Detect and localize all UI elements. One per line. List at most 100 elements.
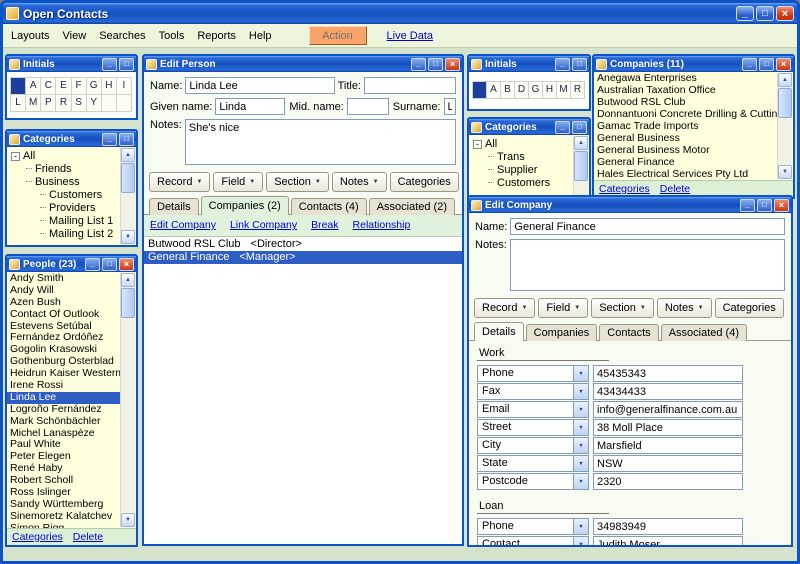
delete-link[interactable]: Delete bbox=[660, 183, 690, 195]
field-type-select[interactable]: Street▼ bbox=[477, 419, 589, 436]
dropdown-arrow-icon[interactable]: ▼ bbox=[573, 420, 588, 435]
menu-help[interactable]: Help bbox=[249, 30, 272, 42]
field-type-select[interactable]: Contact▼ bbox=[477, 536, 589, 545]
minimize-button[interactable]: _ bbox=[411, 58, 426, 71]
edit-person-titlebar[interactable]: Edit Person _ □ × bbox=[144, 56, 462, 72]
dropdown-arrow-icon[interactable]: ▼ bbox=[573, 438, 588, 453]
tab-contacts[interactable]: Contacts bbox=[599, 324, 658, 341]
scrollbar[interactable]: ▲ ▼ bbox=[120, 148, 135, 244]
link-company-link[interactable]: Link Company bbox=[230, 219, 297, 231]
company-row[interactable]: Hales Electrical Services Pty Ltd bbox=[594, 169, 777, 180]
record-button[interactable]: Record▼ bbox=[474, 298, 535, 318]
category-item[interactable]: Customers bbox=[473, 177, 572, 190]
close-button[interactable]: × bbox=[776, 58, 791, 71]
dropdown-arrow-icon[interactable]: ▼ bbox=[573, 384, 588, 399]
initial-cell[interactable] bbox=[472, 81, 487, 99]
initial-cell[interactable]: H bbox=[542, 81, 557, 99]
section-header-work[interactable]: Work bbox=[477, 345, 609, 361]
field-type-select[interactable]: Fax▼ bbox=[477, 383, 589, 400]
field-value-input[interactable] bbox=[593, 437, 743, 454]
person-row[interactable]: Michel Lanaspèze bbox=[7, 428, 120, 440]
category-item[interactable]: Mailing List 1 bbox=[11, 215, 119, 228]
company-row[interactable]: General Business bbox=[594, 133, 777, 145]
person-row[interactable]: Andy Will bbox=[7, 285, 120, 297]
person-row[interactable]: Peter Elegen bbox=[7, 451, 120, 463]
initial-cell[interactable]: F bbox=[71, 77, 87, 95]
initial-cell[interactable]: R bbox=[55, 94, 71, 112]
company-row[interactable]: Anegawa Enterprises bbox=[594, 73, 777, 85]
minimize-button[interactable]: _ bbox=[102, 133, 117, 146]
scrollbar[interactable]: ▲ ▼ bbox=[777, 73, 792, 179]
menu-layouts[interactable]: Layouts bbox=[11, 30, 50, 42]
record-button[interactable]: Record▼ bbox=[149, 172, 210, 192]
section-button[interactable]: Section▼ bbox=[266, 172, 329, 192]
category-item[interactable]: Trans bbox=[473, 151, 572, 164]
scroll-up-button[interactable]: ▲ bbox=[574, 136, 588, 150]
field-value-input[interactable] bbox=[593, 419, 743, 436]
dropdown-arrow-icon[interactable]: ▼ bbox=[573, 519, 588, 534]
field-value-input[interactable] bbox=[593, 365, 743, 382]
notes-button[interactable]: Notes▼ bbox=[657, 298, 712, 318]
category-item[interactable]: Providers bbox=[11, 202, 119, 215]
tab-contacts[interactable]: Contacts (4) bbox=[291, 198, 367, 215]
dropdown-arrow-icon[interactable]: ▼ bbox=[573, 366, 588, 381]
initial-cell[interactable] bbox=[116, 94, 132, 112]
minimize-button[interactable]: _ bbox=[555, 121, 570, 134]
close-button[interactable]: × bbox=[445, 58, 460, 71]
field-type-select[interactable]: Postcode▼ bbox=[477, 473, 589, 490]
notes-button[interactable]: Notes▼ bbox=[332, 172, 387, 192]
person-row[interactable]: Sandy Württemberg bbox=[7, 499, 120, 511]
scroll-down-button[interactable]: ▼ bbox=[121, 230, 135, 244]
category-item[interactable]: -All bbox=[11, 150, 119, 163]
field-button[interactable]: Field▼ bbox=[538, 298, 588, 318]
edit-company-link[interactable]: Edit Company bbox=[150, 219, 216, 231]
person-row[interactable]: Gogolin Krasowski bbox=[7, 344, 120, 356]
person-row[interactable]: René Haby bbox=[7, 463, 120, 475]
initial-cell[interactable]: L bbox=[10, 94, 26, 112]
delete-link[interactable]: Delete bbox=[73, 531, 103, 543]
maximize-button[interactable]: □ bbox=[102, 258, 117, 271]
scroll-thumb[interactable] bbox=[778, 88, 792, 118]
initial-cell[interactable]: C bbox=[40, 77, 56, 95]
person-row[interactable]: Mark Schönbächler bbox=[7, 416, 120, 428]
person-row[interactable]: Andy Smith bbox=[7, 273, 120, 285]
minimize-button[interactable]: _ bbox=[102, 58, 117, 71]
person-row[interactable]: Heidrun Kaiser Westermeier bbox=[7, 368, 120, 380]
field-value-input[interactable] bbox=[593, 536, 743, 545]
menu-tools[interactable]: Tools bbox=[159, 30, 185, 42]
break-link[interactable]: Break bbox=[311, 219, 338, 231]
relationship-link[interactable]: Relationship bbox=[353, 219, 411, 231]
close-button[interactable]: × bbox=[776, 6, 794, 21]
notes-textarea[interactable] bbox=[510, 239, 785, 291]
initial-cell[interactable]: A bbox=[486, 81, 501, 99]
category-item[interactable]: Mailing List 2 bbox=[11, 228, 119, 241]
tab-details[interactable]: Details bbox=[149, 198, 199, 215]
maximize-button[interactable]: □ bbox=[428, 58, 443, 71]
company-row[interactable]: Butwood RSL Club bbox=[594, 97, 777, 109]
tab-associated[interactable]: Associated (4) bbox=[661, 324, 747, 341]
field-value-input[interactable] bbox=[593, 455, 743, 472]
live-data-link[interactable]: Live Data bbox=[387, 30, 433, 42]
initial-cell[interactable]: E bbox=[55, 77, 71, 95]
categories-button[interactable]: Categories bbox=[390, 172, 459, 192]
initials-left-titlebar[interactable]: Initials _ □ bbox=[7, 56, 136, 72]
scroll-up-button[interactable]: ▲ bbox=[778, 73, 792, 87]
association-row[interactable]: Butwood RSL Club <Director> bbox=[144, 238, 462, 251]
field-type-select[interactable]: City▼ bbox=[477, 437, 589, 454]
initial-cell[interactable]: I bbox=[116, 77, 132, 95]
categories-button[interactable]: Categories bbox=[715, 298, 784, 318]
person-row[interactable]: Sinemoretz Kalatchev bbox=[7, 511, 120, 523]
field-value-input[interactable] bbox=[593, 401, 743, 418]
scroll-down-button[interactable]: ▼ bbox=[121, 513, 135, 527]
scroll-thumb[interactable] bbox=[574, 151, 588, 181]
section-button[interactable]: Section▼ bbox=[591, 298, 654, 318]
scrollbar[interactable]: ▲ ▼ bbox=[120, 273, 135, 527]
field-button[interactable]: Field▼ bbox=[213, 172, 263, 192]
initial-cell[interactable]: H bbox=[101, 77, 117, 95]
field-type-select[interactable]: Phone▼ bbox=[477, 518, 589, 535]
maximize-button[interactable]: □ bbox=[572, 121, 587, 134]
dropdown-arrow-icon[interactable]: ▼ bbox=[573, 537, 588, 545]
category-item[interactable]: Supplier bbox=[473, 164, 572, 177]
tab-companies[interactable]: Companies bbox=[526, 324, 598, 341]
minimize-button[interactable]: _ bbox=[555, 58, 570, 71]
